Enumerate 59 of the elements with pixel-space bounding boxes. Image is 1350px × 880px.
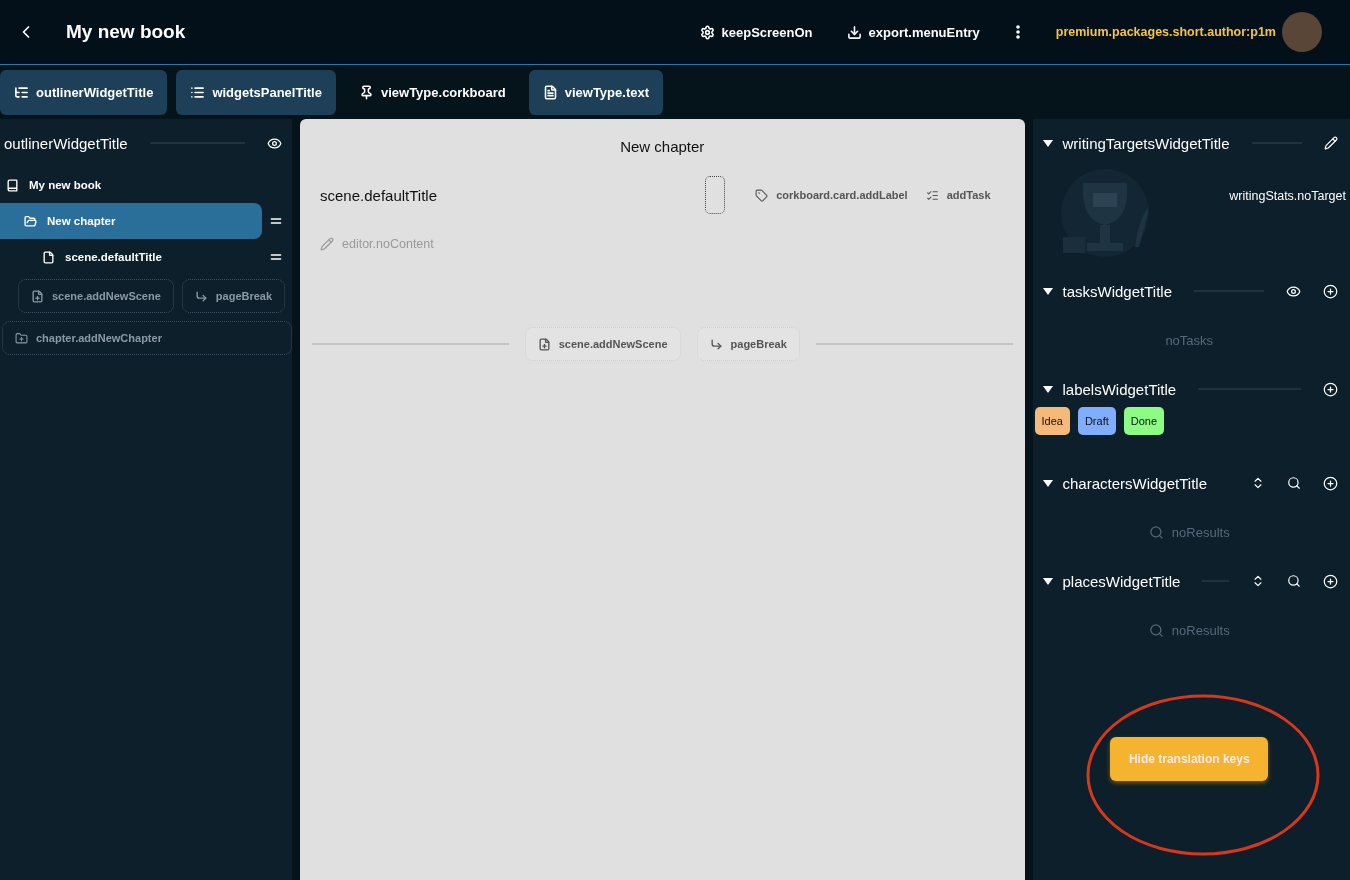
book-title: My new book xyxy=(66,21,187,43)
view-tab[interactable]: viewType.corkboard xyxy=(344,69,520,115)
outliner-title: outlinerWidgetTitle xyxy=(4,134,128,152)
search-icon xyxy=(1148,524,1164,540)
scene-title: scene.defaultTitle xyxy=(320,186,438,204)
add-icon[interactable] xyxy=(1323,381,1338,397)
edit-icon[interactable] xyxy=(1324,136,1338,150)
tree-item[interactable]: scene.defaultTitle xyxy=(0,239,262,275)
editor-action-button[interactable]: pageBreak xyxy=(696,327,800,361)
book-icon xyxy=(6,178,19,192)
empty-text: noResults xyxy=(1171,622,1230,638)
premium-status: premium.packages.short.author:p1m xyxy=(1055,25,1276,39)
label-chip[interactable]: Draft xyxy=(1077,407,1116,435)
pencil-icon xyxy=(320,237,334,251)
widget-title: placesWidgetTitle xyxy=(1062,572,1181,590)
tree-item[interactable]: My new book xyxy=(0,167,260,203)
widget-title: charactersWidgetTitle xyxy=(1062,474,1207,492)
add-scene-icon xyxy=(31,289,44,303)
folder-plus-icon xyxy=(15,331,28,345)
view-tab[interactable]: viewType.text xyxy=(528,69,663,115)
header-button[interactable]: keepScreenOn xyxy=(699,24,813,40)
search-icon[interactable] xyxy=(1287,476,1301,490)
empty-text: noTasks xyxy=(1165,332,1214,348)
checklist-icon xyxy=(925,188,939,202)
no-target-text: writingStats.noTarget xyxy=(1229,189,1346,205)
label-chip[interactable]: Done xyxy=(1123,407,1165,435)
eye-icon[interactable] xyxy=(1286,283,1301,299)
collapse-caret-icon[interactable] xyxy=(1042,577,1053,585)
widget-title: labelsWidgetTitle xyxy=(1062,380,1177,398)
view-tab[interactable]: widgetsPanelTitle xyxy=(176,69,336,115)
add-icon[interactable] xyxy=(1323,475,1338,491)
search-icon[interactable] xyxy=(1287,574,1301,588)
collapse-caret-icon[interactable] xyxy=(1042,139,1053,147)
add-icon[interactable] xyxy=(1323,573,1338,589)
add-scene-icon xyxy=(537,337,551,351)
editor-action-button[interactable]: scene.addNewScene xyxy=(524,327,681,361)
eye-icon[interactable] xyxy=(267,135,282,151)
add-label-button[interactable]: corkboard.card.addLabel xyxy=(755,188,908,202)
label-chip[interactable]: Idea xyxy=(1034,407,1070,435)
view-tab[interactable]: outlinerWidgetTitle xyxy=(0,69,168,115)
collapse-caret-icon[interactable] xyxy=(1042,385,1053,393)
add-icon[interactable] xyxy=(1323,283,1338,299)
tag-icon xyxy=(755,188,769,202)
more-menu-button[interactable] xyxy=(1015,25,1020,39)
add-task-button[interactable]: addTask xyxy=(925,188,991,202)
header-button[interactable]: export.menuEntry xyxy=(846,24,980,40)
more-icon xyxy=(1015,25,1020,39)
widget-title: tasksWidgetTitle xyxy=(1062,282,1172,300)
search-icon xyxy=(1148,622,1164,638)
tree-item-label: New chapter xyxy=(47,215,116,227)
collapse-caret-icon[interactable] xyxy=(1042,479,1053,487)
empty-text: noResults xyxy=(1171,524,1230,540)
tree-item[interactable]: New chapter xyxy=(0,203,262,239)
chapter-title: New chapter xyxy=(619,137,706,157)
tree-item-label: scene.defaultTitle xyxy=(65,251,162,263)
tree-item-label: My new book xyxy=(29,179,102,191)
widget-title: writingTargetsWidgetTitle xyxy=(1062,134,1230,152)
collapse-caret-icon[interactable] xyxy=(1042,287,1053,295)
export-icon xyxy=(846,24,862,40)
